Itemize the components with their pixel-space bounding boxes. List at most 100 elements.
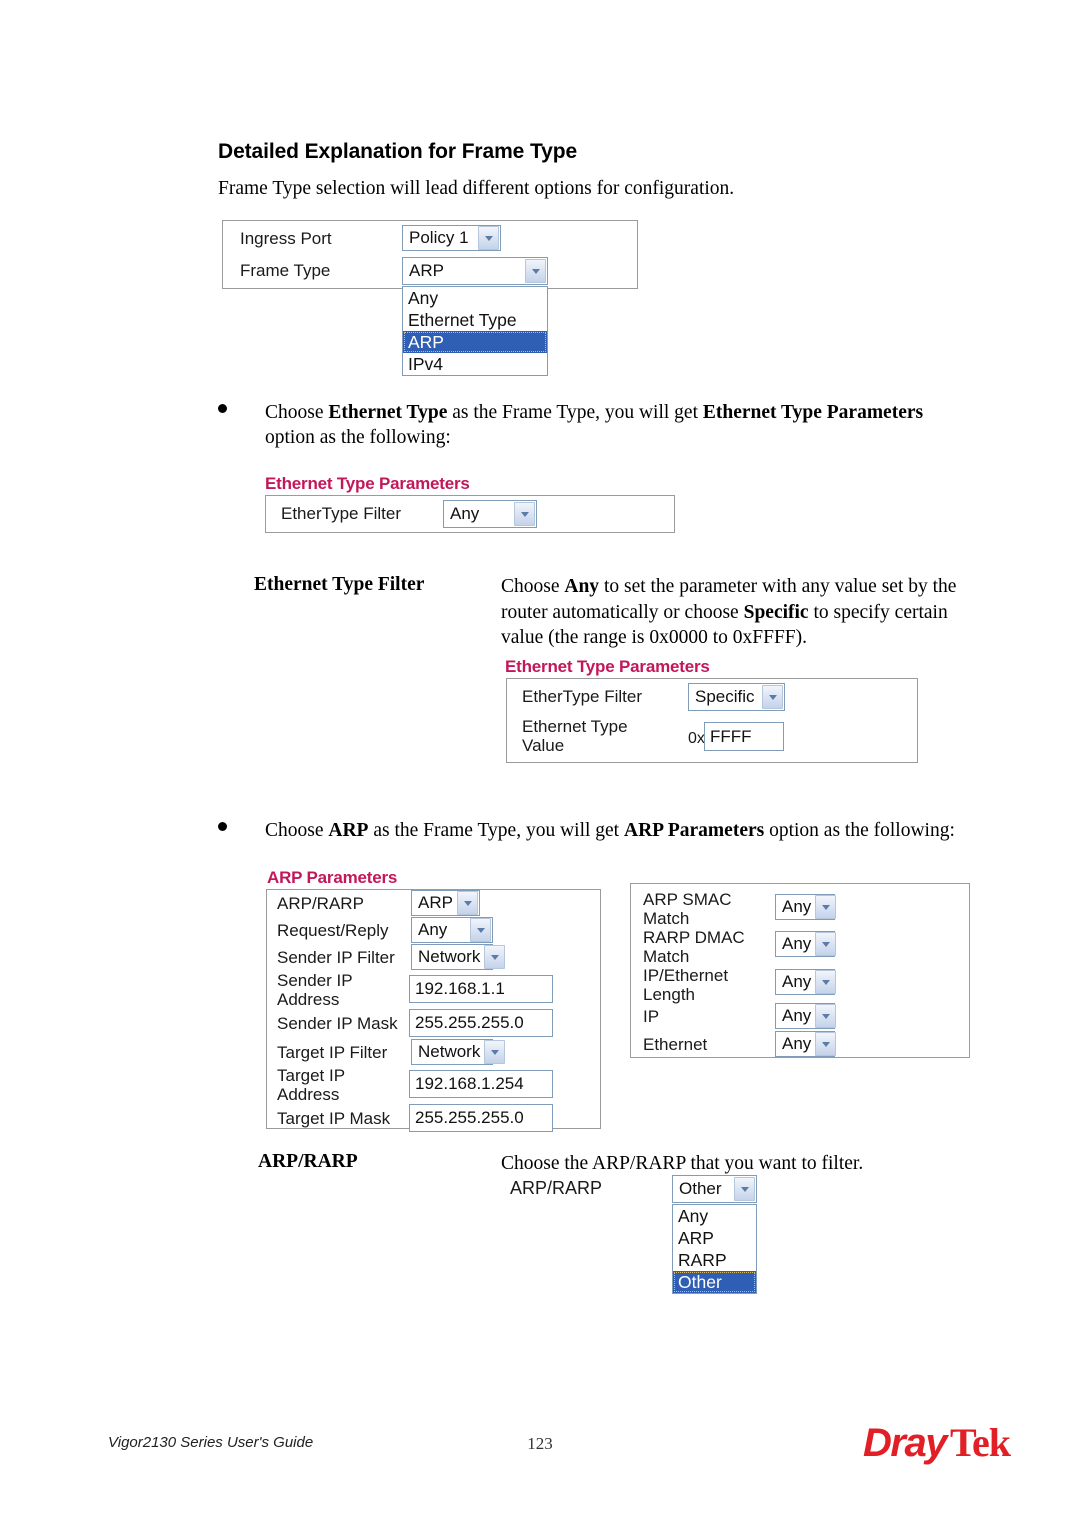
ethertype-filter-value-specific: Specific [695, 687, 755, 706]
ip-value: Any [782, 1006, 812, 1025]
ethertype-filter-select-any[interactable]: Any [443, 500, 537, 528]
chevron-down-icon[interactable] [514, 502, 535, 526]
arp-rarp-widget-label: ARP/RARP [510, 1178, 603, 1198]
intro-paragraph: Frame Type selection will lead different… [218, 178, 735, 199]
bullet-arp-text: Choose ARP as the Frame Type, you will g… [265, 818, 1035, 843]
dropdown-option-selected[interactable]: ARP [403, 331, 547, 353]
chevron-down-icon[interactable] [815, 970, 837, 994]
chevron-down-icon[interactable] [815, 895, 837, 919]
ip-label: IP [643, 1007, 660, 1026]
dropdown-option[interactable]: IPv4 [403, 353, 547, 375]
arp-rarp-label: ARP/RARP [277, 894, 364, 913]
text-fragment-bold: Ethernet Type Parameters [702, 402, 924, 423]
text-fragment: Choose [501, 576, 565, 597]
chevron-down-icon[interactable] [815, 1032, 837, 1056]
text-fragment-bold: Specific [743, 601, 809, 623]
frame-type-select[interactable]: ARP [402, 257, 548, 285]
target-ip-address-input[interactable]: 192.168.1.254 [409, 1070, 553, 1098]
ingress-port-label: Ingress Port [240, 229, 332, 248]
ethernet-value: Any [782, 1034, 812, 1053]
chevron-down-icon[interactable] [734, 1177, 755, 1201]
ip-select[interactable]: Any [775, 1003, 837, 1029]
rarp-dmac-match-value: Any [782, 934, 812, 953]
arp-params-title: ARP Parameters [267, 868, 398, 887]
ethertype-filter-value-any: Any [450, 504, 480, 523]
text-fragment: option as the following: [764, 820, 955, 841]
arp-smac-match-select[interactable]: Any [775, 894, 837, 920]
arp-rarp-dropdown-list[interactable]: Any ARP RARP Other [672, 1204, 757, 1294]
dropdown-option[interactable]: Ethernet Type [403, 309, 547, 331]
target-ip-address-label: Target IP Address [277, 1066, 346, 1104]
ethernet-type-params-title-any: Ethernet Type Parameters [265, 474, 470, 493]
request-reply-select[interactable]: Any [411, 917, 493, 943]
text-fragment: Choose [265, 402, 329, 423]
request-reply-value: Any [418, 920, 448, 939]
sender-ip-filter-label: Sender IP Filter [277, 948, 395, 967]
chevron-down-icon[interactable] [815, 1004, 837, 1028]
target-ip-filter-label: Target IP Filter [277, 1043, 388, 1062]
ip-ethernet-length-value: Any [782, 972, 812, 991]
ethertype-filter-label-specific: EtherType Filter [522, 687, 642, 706]
target-ip-mask-input[interactable]: 255.255.255.0 [409, 1104, 553, 1132]
ethertype-filter-label-any: EtherType Filter [281, 504, 401, 523]
chevron-down-icon[interactable] [762, 685, 783, 709]
definition-term-ethernet-type-filter: Ethernet Type Filter [254, 574, 425, 595]
bullet-dot-icon [218, 404, 227, 413]
sender-ip-filter-select[interactable]: Network [411, 944, 506, 970]
target-ip-mask-label: Target IP Mask [277, 1109, 391, 1128]
dropdown-option[interactable]: Any [403, 287, 547, 309]
arp-rarp-select[interactable]: ARP [411, 890, 480, 916]
arp-rarp-value: ARP [418, 893, 453, 912]
dropdown-option[interactable]: RARP [673, 1249, 756, 1271]
ethernet-type-value-label: Ethernet Type Value [522, 717, 628, 755]
arp-rarp-widget-value: Other [679, 1179, 722, 1198]
text-fragment: option as the following: [265, 427, 451, 448]
ethertype-filter-select-specific[interactable]: Specific [688, 683, 785, 711]
frame-type-dropdown-list[interactable]: Any Ethernet Type ARP IPv4 [402, 286, 548, 376]
arp-smac-match-value: Any [782, 897, 812, 916]
rarp-dmac-match-select[interactable]: Any [775, 931, 837, 957]
document-page: Detailed Explanation for Frame Type Fram… [0, 0, 1080, 1528]
chevron-down-icon[interactable] [470, 918, 491, 942]
bullet-dot-icon [218, 822, 227, 831]
definition-body-arp-rarp: Choose the ARP/RARP that you want to fil… [501, 1153, 864, 1174]
page-title: Detailed Explanation for Frame Type [218, 140, 578, 163]
ip-ethernet-length-label: IP/Ethernet Length [643, 966, 729, 1004]
ethernet-label: Ethernet [643, 1035, 708, 1054]
text-fragment: as the Frame Type, you will get [368, 820, 624, 841]
chevron-down-icon[interactable] [815, 932, 837, 956]
text-fragment: as the Frame Type, you will get [447, 402, 703, 423]
sender-ip-address-input[interactable]: 192.168.1.1 [409, 975, 553, 1003]
frame-type-value: ARP [409, 261, 444, 280]
rarp-dmac-match-label: RARP DMAC Match [643, 928, 745, 966]
chevron-down-icon[interactable] [478, 226, 499, 250]
frame-type-label: Frame Type [240, 261, 331, 280]
text-fragment-bold: ARP [328, 820, 369, 841]
dropdown-option-selected[interactable]: Other [673, 1271, 756, 1293]
ingress-port-value: Policy 1 [409, 228, 469, 247]
dropdown-option[interactable]: Any [673, 1205, 756, 1227]
ingress-port-select[interactable]: Policy 1 [402, 225, 501, 251]
arp-rarp-widget-select[interactable]: Other [672, 1175, 757, 1203]
ethernet-type-value-input[interactable]: FFFF [704, 722, 784, 751]
text-fragment-bold: ARP Parameters [623, 820, 765, 841]
chevron-down-icon[interactable] [484, 945, 506, 969]
target-ip-filter-select[interactable]: Network [411, 1039, 506, 1065]
definition-body-ethernet-type-filter: Choose Any to set the parameter with any… [501, 574, 991, 651]
bullet-ethernet-type: Choose Ethernet Type as the Frame Type, … [218, 400, 988, 450]
ethernet-select[interactable]: Any [775, 1031, 837, 1057]
logo-text-dray: Dray [863, 1421, 947, 1465]
text-fragment-bold: Ethernet Type [328, 402, 448, 423]
target-ip-filter-value: Network [418, 1042, 481, 1061]
chevron-down-icon[interactable] [525, 259, 546, 283]
sender-ip-mask-input[interactable]: 255.255.255.0 [409, 1009, 553, 1037]
text-fragment: Choose [265, 820, 329, 841]
chevron-down-icon[interactable] [457, 891, 478, 915]
sender-ip-filter-value: Network [418, 947, 481, 966]
request-reply-label: Request/Reply [277, 921, 389, 940]
dropdown-option[interactable]: ARP [673, 1227, 756, 1249]
sender-ip-address-label: Sender IP Address [277, 971, 353, 1009]
bullet-ethernet-type-text: Choose Ethernet Type as the Frame Type, … [265, 400, 1000, 450]
ip-ethernet-length-select[interactable]: Any [775, 969, 837, 995]
chevron-down-icon[interactable] [484, 1040, 506, 1064]
